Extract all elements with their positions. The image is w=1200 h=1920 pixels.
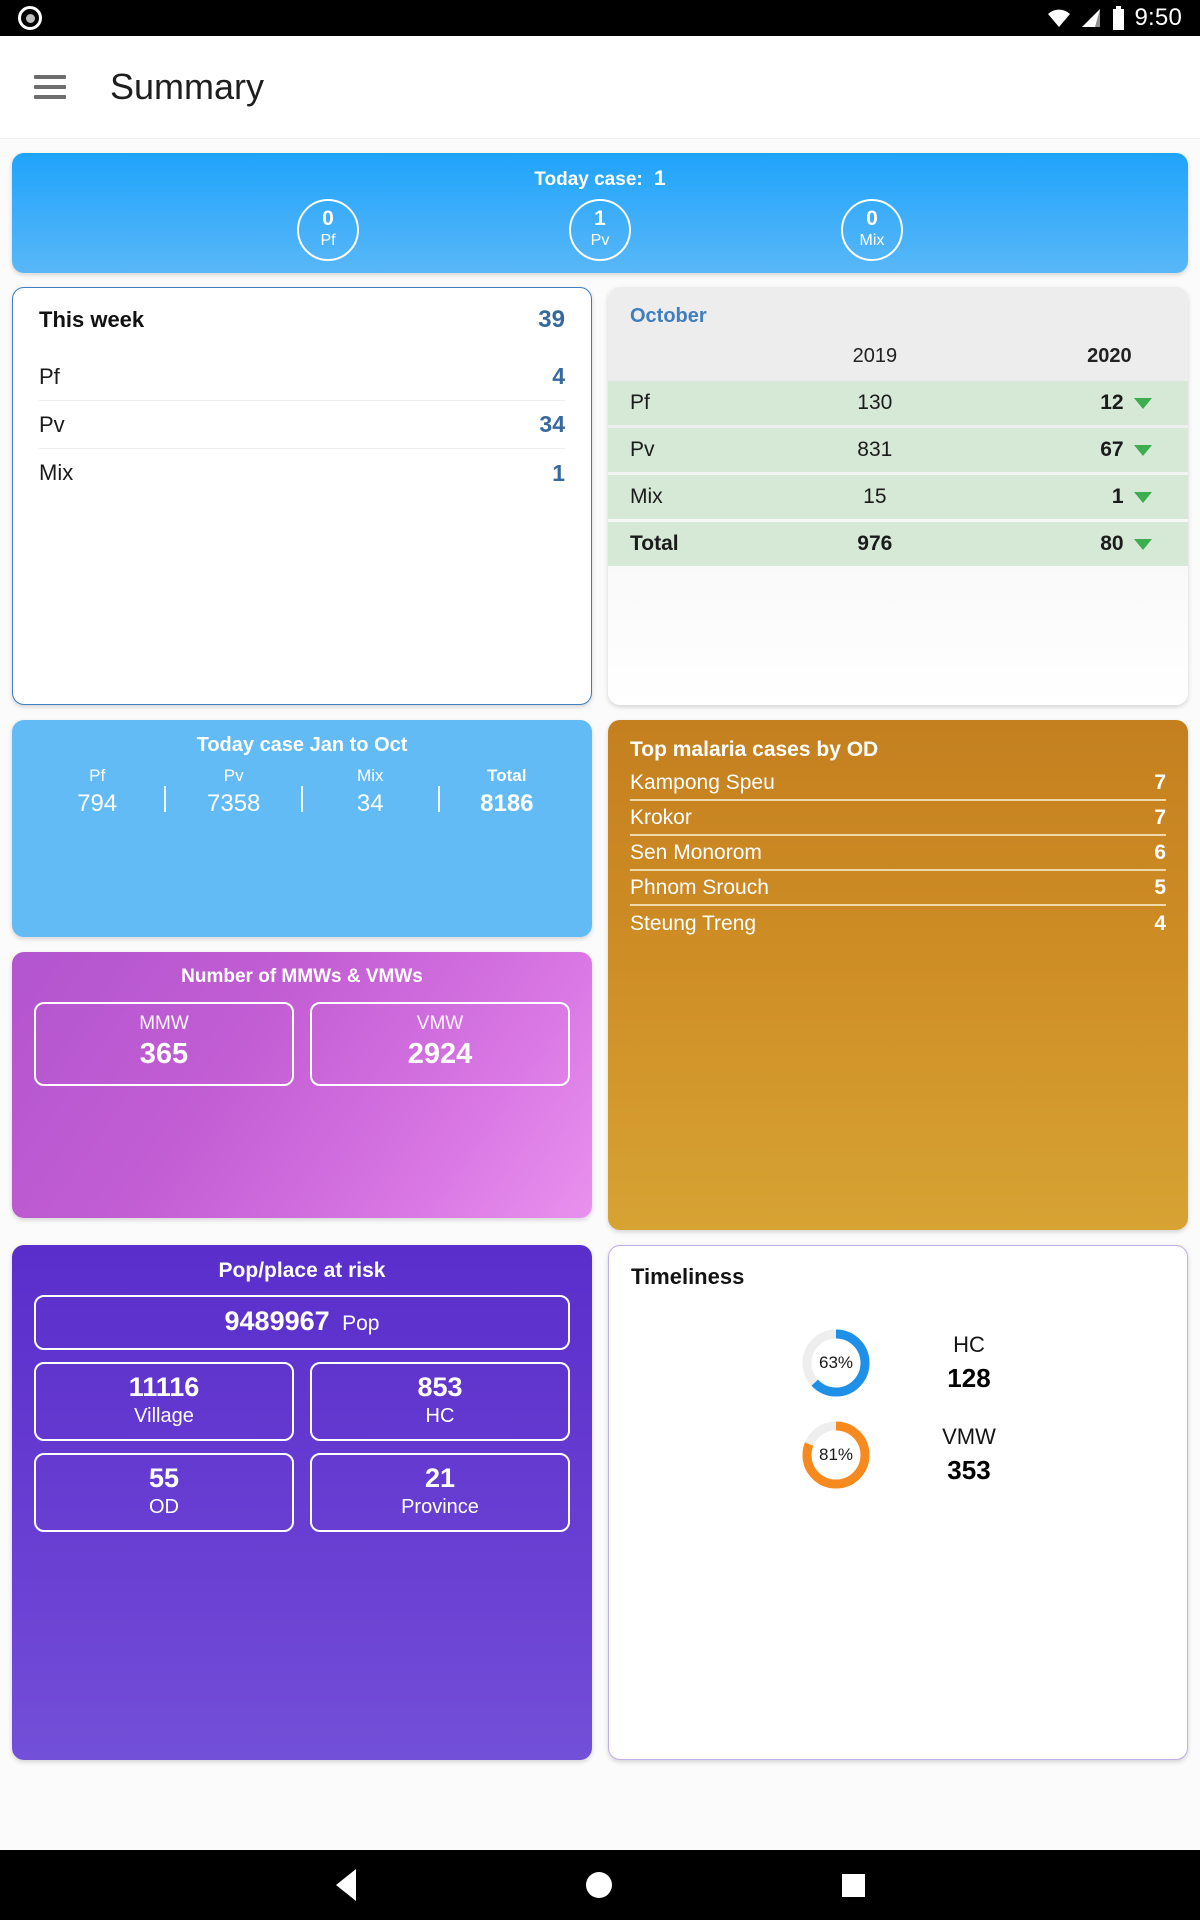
dashboard-row-3: Pop/place at risk 9489967 Pop 11116 Vill… bbox=[12, 1245, 1188, 1760]
dashboard-row-2: Today case Jan to Oct Pf 794 Pv 7358 Mix… bbox=[12, 720, 1188, 1230]
pop-box-province[interactable]: 21 Province bbox=[310, 1453, 570, 1532]
jan-to-oct-cell-pf: Pf 794 bbox=[77, 766, 118, 817]
down-caret-icon bbox=[1131, 522, 1188, 566]
donut-chart-hc: 63% bbox=[799, 1326, 873, 1400]
list-item[interactable]: Phnom Srouch 5 bbox=[630, 871, 1166, 906]
home-circle-icon[interactable] bbox=[585, 1872, 612, 1898]
divider bbox=[437, 786, 440, 812]
jan-to-oct-cell-pv: Pv 7358 bbox=[207, 766, 261, 817]
divider bbox=[164, 786, 167, 812]
donut-label-hc: 63% bbox=[818, 1353, 854, 1372]
table-row[interactable]: Pf 4 bbox=[39, 353, 565, 401]
back-triangle-icon[interactable] bbox=[335, 1869, 356, 1901]
october-comparison-card[interactable]: October 2019 2020 Pf 130 12 Pv 831 67 Mi… bbox=[608, 287, 1188, 705]
pop-box-od[interactable]: 55 OD bbox=[34, 1453, 294, 1532]
workers-count-title: Number of MMWs & VMWs bbox=[181, 966, 423, 987]
wifi-icon bbox=[1048, 9, 1071, 27]
today-case-circle-pf[interactable]: 0 Pf bbox=[297, 199, 359, 261]
timeliness-row-hc[interactable]: 63% HC 128 bbox=[631, 1326, 1187, 1400]
battery-icon bbox=[1113, 6, 1125, 30]
october-table: 2019 2020 Pf 130 12 Pv 831 67 Mix 15 1 T… bbox=[608, 338, 1188, 569]
this-week-card[interactable]: This week 39 Pf 4 Pv 34 Mix 1 bbox=[12, 287, 592, 705]
top-malaria-od-card[interactable]: Top malaria cases by OD Kampong Speu 7 K… bbox=[608, 720, 1188, 1230]
divider bbox=[300, 786, 303, 812]
page-title: Summary bbox=[110, 66, 265, 107]
pop-at-risk-card[interactable]: Pop/place at risk 9489967 Pop 11116 Vill… bbox=[12, 1245, 592, 1760]
list-item[interactable]: Kampong Speu 7 bbox=[630, 766, 1166, 801]
jan-to-oct-stats: Pf 794 Pv 7358 Mix 34 Total 8186 bbox=[12, 757, 592, 818]
timeliness-rows: 63% HC 128 81% VMW 353 bbox=[631, 1326, 1187, 1492]
workers-box-vmw[interactable]: VMW 2924 bbox=[310, 1002, 570, 1086]
pop-at-risk-grid-bottom: 55 OD 21 Province bbox=[34, 1453, 570, 1532]
workers-box-mmw[interactable]: MMW 365 bbox=[34, 1002, 294, 1086]
list-item[interactable]: Sen Monorom 6 bbox=[630, 836, 1166, 871]
list-item[interactable]: Steung Treng 4 bbox=[630, 906, 1166, 941]
top-malaria-od-title: Top malaria cases by OD bbox=[630, 738, 879, 761]
android-nav-bar bbox=[0, 1850, 1200, 1920]
hamburger-menu-icon[interactable] bbox=[34, 75, 66, 99]
timeliness-card[interactable]: Timeliness 63% HC 128 81% VMW 353 bbox=[608, 1245, 1188, 1760]
table-row[interactable]: Pv 34 bbox=[39, 401, 565, 449]
this-week-header: This week 39 bbox=[39, 306, 565, 353]
today-case-heading: Today case: 1 bbox=[534, 167, 666, 190]
column-header-2020: 2020 bbox=[1087, 345, 1132, 367]
status-bar-clock: 9:50 bbox=[1134, 4, 1182, 31]
table-row[interactable]: Mix 1 bbox=[39, 449, 565, 497]
this-week-title: This week bbox=[39, 307, 145, 332]
pop-box-hc[interactable]: 853 HC bbox=[310, 1362, 570, 1441]
october-title: October bbox=[630, 305, 707, 327]
timeliness-meta-hc: HC 128 bbox=[947, 1332, 991, 1393]
table-row[interactable]: Pf 130 12 bbox=[608, 381, 1188, 425]
dashboard-scroll-area[interactable]: Today case: 1 0 Pf 1 Pv 0 Mix This week bbox=[0, 139, 1200, 1850]
donut-label-vmw: 81% bbox=[818, 1445, 854, 1464]
status-bar-right: 9:50 bbox=[1046, 4, 1182, 32]
donut-chart-vmw: 81% bbox=[799, 1418, 873, 1492]
workers-count-card[interactable]: Number of MMWs & VMWs MMW 365 VMW 2924 bbox=[12, 952, 592, 1218]
october-table-header: 2019 2020 bbox=[608, 341, 1188, 378]
down-caret-icon bbox=[1131, 428, 1188, 472]
today-case-circles: 0 Pf 1 Pv 0 Mix bbox=[12, 191, 1188, 261]
pop-at-risk-grid-top: 11116 Village 853 HC bbox=[34, 1362, 570, 1441]
today-case-circle-pv[interactable]: 1 Pv bbox=[569, 199, 631, 261]
app-bar: Summary bbox=[0, 36, 1200, 139]
jan-to-oct-card[interactable]: Today case Jan to Oct Pf 794 Pv 7358 Mix… bbox=[12, 720, 592, 937]
list-item[interactable]: Krokor 7 bbox=[630, 801, 1166, 836]
today-case-card[interactable]: Today case: 1 0 Pf 1 Pv 0 Mix bbox=[12, 153, 1188, 273]
pop-at-risk-total[interactable]: 9489967 Pop bbox=[34, 1295, 570, 1350]
signal-icon bbox=[1082, 9, 1101, 27]
recording-indicator-icon bbox=[18, 6, 42, 30]
dashboard-row-1: This week 39 Pf 4 Pv 34 Mix 1 October 20… bbox=[12, 287, 1188, 705]
today-case-circle-mix[interactable]: 0 Mix bbox=[841, 199, 903, 261]
jan-to-oct-title: Today case Jan to Oct bbox=[196, 734, 408, 756]
table-row[interactable]: Pv 831 67 bbox=[608, 428, 1188, 472]
timeliness-row-vmw[interactable]: 81% VMW 353 bbox=[631, 1418, 1187, 1492]
timeliness-title: Timeliness bbox=[631, 1264, 745, 1289]
status-bar: 9:50 bbox=[0, 0, 1200, 36]
column-header-2019: 2019 bbox=[852, 345, 898, 367]
recents-square-icon[interactable] bbox=[841, 1873, 865, 1897]
pop-box-village[interactable]: 11116 Village bbox=[34, 1362, 294, 1441]
timeliness-meta-vmw: VMW 353 bbox=[942, 1424, 996, 1485]
down-caret-icon bbox=[1131, 475, 1188, 519]
table-row-total[interactable]: Total 976 80 bbox=[608, 522, 1188, 566]
this-week-total: 39 bbox=[538, 306, 565, 333]
down-caret-icon bbox=[1131, 381, 1188, 425]
table-row[interactable]: Mix 15 1 bbox=[608, 475, 1188, 519]
pop-at-risk-title: Pop/place at risk bbox=[218, 1259, 386, 1282]
jan-to-oct-cell-mix: Mix 34 bbox=[356, 766, 384, 817]
jan-to-oct-cell-total: Total 8186 bbox=[480, 766, 534, 817]
status-bar-left bbox=[18, 6, 42, 30]
workers-count-boxes: MMW 365 VMW 2924 bbox=[34, 1002, 570, 1086]
